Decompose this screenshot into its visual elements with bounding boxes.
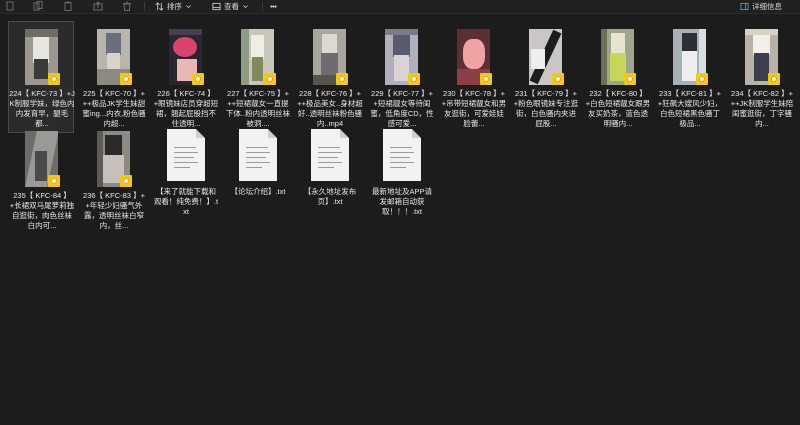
- file-name: 232【 KFC-80 】+白色短裙靓女跟男友买奶茶，蓝色透明骚内...: [585, 89, 651, 128]
- file-name: 230【 KFC-78 】++吊带短裙靓女和男友逛街，可爱娃娃脸蕾...: [441, 89, 507, 128]
- file-item-text[interactable]: 最新地址及APP请发邮箱自动获取！！！.txt: [368, 123, 434, 235]
- file-item-video[interactable]: 235【 KFC-84 】+长裙双马尾萝莉独自逛街，肉色丝袜白内可...: [8, 123, 74, 235]
- file-name: 235【 KFC-84 】+长裙双马尾萝莉独自逛街，肉色丝袜白内可...: [9, 191, 75, 230]
- file-item-video[interactable]: 227【 KFC-75 】+++短裙靓女一直提下体..粉内透明丝袜被洞....: [224, 21, 290, 133]
- file-name: 231【 KFC-79 】++粉色眼镜妹专注逛街，白色骚内夹进屁股...: [513, 89, 579, 128]
- file-item-text[interactable]: 【论坛介绍】.txt: [224, 123, 290, 235]
- video-badge-icon: [120, 73, 132, 85]
- video-badge-icon: [408, 73, 420, 85]
- file-item-video[interactable]: 236【 KFC-83 】++年轻少妇骚气外露，透明丝袜白窄内，丝...: [80, 123, 146, 235]
- file-item-video[interactable]: 232【 KFC-80 】+白色短裙靓女跟男友买奶茶，蓝色透明骚内...: [584, 21, 650, 133]
- file-name: 【来了就能下载和观看！纯免费！】.txt: [153, 187, 219, 216]
- video-badge-icon: [192, 73, 204, 85]
- video-badge-icon: [696, 73, 708, 85]
- video-badge-icon: [480, 73, 492, 85]
- file-item-text[interactable]: 【来了就能下载和观看！纯免费！】.txt: [152, 123, 218, 235]
- text-file-icon: [239, 129, 277, 181]
- file-item-video[interactable]: 230【 KFC-78 】++吊带短裙靓女和男友逛街，可爱娃娃脸蕾...: [440, 21, 506, 133]
- file-item-text[interactable]: 【永久地址发布页】.txt: [296, 123, 362, 235]
- file-name: 【永久地址发布页】.txt: [303, 187, 357, 206]
- video-badge-icon: [264, 73, 276, 85]
- file-item-video[interactable]: 226【 KFC-74 】+眼镜妹店员穿超短裙，翘起屁股挡不住透明...: [152, 21, 218, 133]
- file-item-video[interactable]: 225【 KFC-70 】+++极品JK学生妹甜蜜ing...内衣,粉色骚内超.…: [80, 21, 146, 133]
- file-item-video[interactable]: 224【 KFC-73 】+JK制服学妹，绿色内内发育早，腿毛都...: [8, 21, 75, 133]
- file-name: 236【 KFC-83 】++年轻少妇骚气外露，透明丝袜白窄内，丝...: [83, 191, 145, 230]
- file-grid: 224【 KFC-73 】+JK制服学妹，绿色内内发育早，腿毛都... 225【…: [0, 0, 800, 425]
- file-item-video[interactable]: 231【 KFC-79 】++粉色眼镜妹专注逛街，白色骚内夹进屁股...: [512, 21, 578, 133]
- video-badge-icon: [552, 73, 564, 85]
- file-name: 最新地址及APP请发邮箱自动获取！！！.txt: [371, 187, 432, 216]
- video-badge-icon: [336, 73, 348, 85]
- video-badge-icon: [120, 175, 132, 187]
- video-badge-icon: [624, 73, 636, 85]
- file-item-video[interactable]: 234【 KFC-82 】+++JK制服学生妹陪闺蜜逛街，丁字骚内...: [728, 21, 794, 133]
- file-name: 233【 KFC-81 】++狂飙大嫂风少妇，白色短裙黑色骚丁极品...: [657, 89, 723, 128]
- text-file-icon: [383, 129, 421, 181]
- file-name: 234【 KFC-82 】+++JK制服学生妹陪闺蜜逛街，丁字骚内...: [730, 89, 794, 128]
- file-item-video[interactable]: 228【 KFC-76 】+++极品美女..身材超好..透明丝袜粉色骚内..mp…: [296, 21, 363, 133]
- video-badge-icon: [48, 73, 60, 85]
- file-item-video[interactable]: 229【 KFC-77 】++短裙靓女等待闺蜜，低角度CD，性感可爱...: [368, 21, 434, 133]
- video-badge-icon: [48, 175, 60, 187]
- text-file-icon: [167, 129, 205, 181]
- text-file-icon: [311, 129, 349, 181]
- video-badge-icon: [768, 73, 780, 85]
- file-item-video[interactable]: 233【 KFC-81 】++狂飙大嫂风少妇，白色短裙黑色骚丁极品...: [656, 21, 722, 133]
- file-name: 【论坛介绍】.txt: [230, 187, 286, 196]
